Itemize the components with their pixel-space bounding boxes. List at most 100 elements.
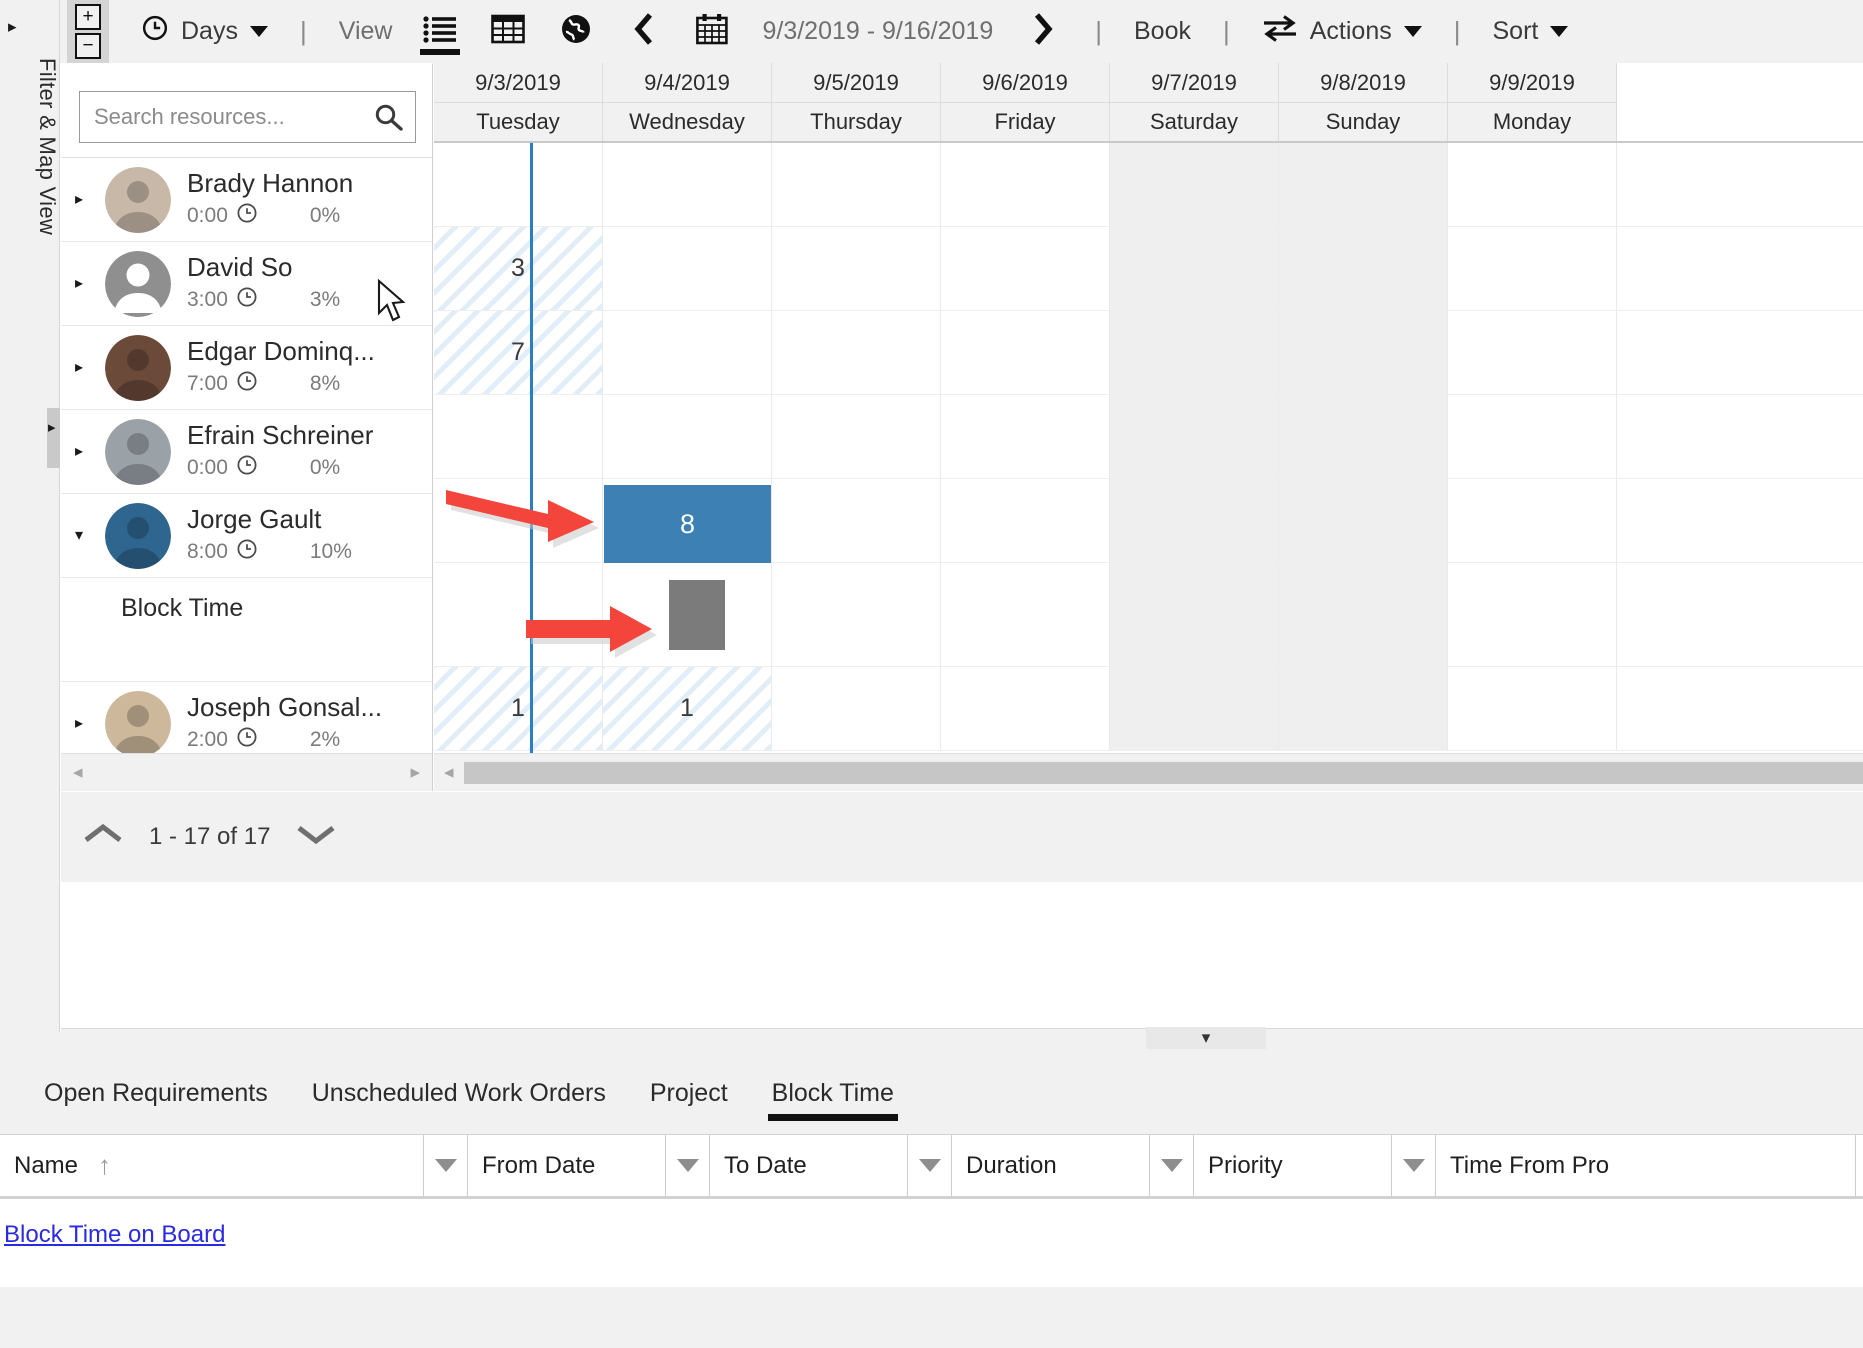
timescale-dropdown[interactable]: Days [127, 0, 282, 63]
schedule-column-header[interactable]: 9/6/2019Friday [941, 63, 1110, 141]
schedule-row[interactable] [434, 563, 1863, 667]
schedule-cell[interactable] [1279, 667, 1448, 750]
schedule-row[interactable] [434, 395, 1863, 479]
schedule-cell[interactable] [772, 479, 941, 562]
schedule-cell[interactable] [1448, 227, 1617, 310]
schedule-cell[interactable] [1110, 667, 1279, 750]
schedule-cell[interactable] [1110, 395, 1279, 478]
schedule-cell[interactable] [434, 563, 603, 666]
resource-row[interactable]: ▸ Edgar Dominq...7:00 8% [61, 326, 432, 410]
schedule-column-header[interactable]: 9/5/2019Thursday [772, 63, 941, 141]
schedule-cell[interactable] [772, 227, 941, 310]
date-range-label[interactable]: 9/3/2019 - 9/16/2019 [746, 17, 1009, 46]
block-time-block[interactable] [669, 580, 725, 650]
column-filter-button[interactable] [1150, 1135, 1194, 1196]
table-column-header[interactable]: Name↑ [0, 1135, 424, 1196]
search-input[interactable] [80, 92, 415, 142]
column-filter-button[interactable] [666, 1135, 710, 1196]
chevron-down-icon[interactable] [296, 822, 336, 853]
schedule-row[interactable]: 3 [434, 227, 1863, 311]
filter-map-view-rail[interactable]: ▸ Filter & Map View [0, 0, 60, 1032]
table-column-header[interactable]: Time From Pro [1436, 1135, 1856, 1196]
triangle-right-icon[interactable]: ▸ [75, 276, 105, 292]
schedule-cell[interactable] [1279, 227, 1448, 310]
schedule-cell[interactable] [434, 395, 603, 478]
rail-expand-icon[interactable]: ▸ [48, 420, 56, 435]
schedule-cell[interactable] [1279, 143, 1448, 226]
column-filter-button[interactable] [908, 1135, 952, 1196]
triangle-right-icon[interactable]: ▸ [75, 444, 105, 460]
schedule-cell[interactable] [1448, 563, 1617, 666]
schedule-cell[interactable] [941, 311, 1110, 394]
bottom-panel-tab[interactable]: Open Requirements [22, 1052, 290, 1134]
resource-row[interactable]: ▾ Jorge Gault8:00 10% [61, 494, 432, 578]
panel-splitter[interactable] [61, 1028, 1863, 1052]
schedule-cell[interactable] [1110, 479, 1279, 562]
previous-period-button[interactable] [610, 0, 678, 63]
schedule-cell[interactable] [434, 479, 603, 562]
triangle-down-icon[interactable]: ▾ [75, 528, 105, 544]
table-column-header[interactable]: Priority [1194, 1135, 1392, 1196]
schedule-cell[interactable] [603, 227, 772, 310]
schedule-cell[interactable] [1279, 479, 1448, 562]
schedule-cell[interactable] [1110, 563, 1279, 666]
rail-resize-handle[interactable] [47, 408, 60, 468]
schedule-cell[interactable] [941, 563, 1110, 666]
triangle-right-icon[interactable]: ▸ [75, 192, 105, 208]
schedule-cell[interactable]: 1 [434, 667, 603, 750]
schedule-cell[interactable] [941, 395, 1110, 478]
column-filter-button[interactable] [424, 1135, 468, 1196]
schedule-cell[interactable] [603, 395, 772, 478]
resource-row[interactable]: ▸ David So3:00 3% [61, 242, 432, 326]
triangle-left-icon[interactable]: ◂ [73, 761, 83, 784]
table-row[interactable]: Block Time on Board [4, 1221, 1863, 1249]
column-filter-button[interactable] [1856, 1135, 1863, 1196]
schedule-cell[interactable] [1448, 143, 1617, 226]
list-view-button[interactable] [406, 0, 474, 63]
schedule-cell[interactable] [772, 143, 941, 226]
triangle-right-icon[interactable]: ▸ [8, 18, 17, 35]
schedule-cell[interactable] [941, 479, 1110, 562]
schedule-row[interactable]: 11 [434, 667, 1863, 751]
resource-child-row[interactable]: Block Time [61, 578, 432, 682]
schedule-cell[interactable] [434, 143, 603, 226]
table-column-header[interactable]: Duration [952, 1135, 1150, 1196]
triangle-right-icon[interactable]: ▸ [410, 761, 420, 784]
schedule-cell[interactable] [1448, 479, 1617, 562]
schedule-cell[interactable] [1448, 667, 1617, 750]
panel-splitter-handle[interactable]: ▾ [1146, 1027, 1266, 1049]
sort-dropdown[interactable]: Sort [1479, 0, 1583, 63]
schedule-grid-body[interactable]: 37 11 8 [434, 141, 1863, 753]
schedule-cell[interactable]: 1 [603, 667, 772, 750]
schedule-cell[interactable] [1448, 395, 1617, 478]
schedule-cell[interactable] [603, 143, 772, 226]
schedule-cell[interactable]: 7 [434, 311, 603, 394]
sort-ascending-icon[interactable]: ↑ [98, 1150, 111, 1181]
search-icon[interactable] [373, 102, 403, 137]
actions-dropdown[interactable]: Actions [1248, 0, 1436, 63]
calendar-picker-button[interactable] [678, 0, 746, 63]
schedule-cell[interactable]: 3 [434, 227, 603, 310]
resource-hscrollbar[interactable]: ◂ ▸ [61, 753, 433, 791]
triangle-right-icon[interactable]: ▸ [75, 360, 105, 376]
schedule-row[interactable] [434, 143, 1863, 227]
schedule-cell[interactable] [941, 667, 1110, 750]
bottom-panel-tab[interactable]: Block Time [750, 1052, 916, 1134]
schedule-cell[interactable] [772, 395, 941, 478]
schedule-cell[interactable] [1110, 143, 1279, 226]
next-period-button[interactable] [1009, 0, 1077, 63]
work-order-block[interactable]: 8 [604, 485, 771, 563]
map-view-button[interactable] [542, 0, 610, 63]
schedule-hscrollbar[interactable]: ◂ [434, 753, 1863, 791]
schedule-cell[interactable] [1279, 395, 1448, 478]
schedule-cell[interactable] [1110, 311, 1279, 394]
schedule-cell[interactable] [941, 143, 1110, 226]
schedule-cell[interactable] [1279, 563, 1448, 666]
schedule-cell[interactable] [772, 563, 941, 666]
search-box[interactable] [79, 91, 416, 143]
schedule-cell[interactable] [772, 311, 941, 394]
zoom-out-button[interactable]: − [75, 33, 101, 59]
bottom-panel-tab[interactable]: Unscheduled Work Orders [290, 1052, 628, 1134]
block-time-name-link[interactable]: Block Time on Board [4, 1221, 225, 1248]
schedule-cell[interactable] [772, 667, 941, 750]
